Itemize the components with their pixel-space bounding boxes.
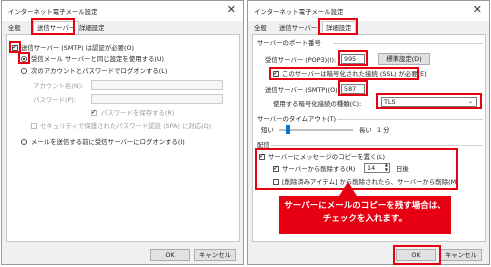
remove-after-label: サーバーから削除する(R) — [282, 165, 356, 173]
password-label: パスワード(P): — [33, 96, 76, 104]
pop3-label: 受信サーバー (POP3)(I): — [265, 56, 337, 64]
logon-before-send-radio[interactable] — [21, 139, 27, 145]
save-password-checkbox[interactable] — [91, 108, 97, 116]
encryption-type-select[interactable]: TLS ⌄ — [381, 97, 477, 107]
ssl-label: このサーバーは暗号化された接続 (SSL) が必要(E) — [282, 70, 427, 78]
days-label: 日後 — [396, 165, 409, 173]
ok-button[interactable]: OK — [150, 249, 190, 261]
spa-label: セキュリティで保護されたパスワード認証 (SPA) に対応(Q) — [40, 122, 212, 130]
tab-outgoing-server[interactable]: 送信サーバー — [279, 22, 317, 34]
callout-line-2: チェックを入れます。 — [322, 214, 408, 224]
account-name-field[interactable] — [91, 80, 223, 90]
right-dialog: インターネット電子メール設定 ✕ 全般 送信サーバー 詳細設定 サーバーのポート… — [247, 0, 490, 265]
account-name-label: アカウント名(N): — [33, 82, 84, 90]
remove-deleted-checkbox[interactable] — [273, 179, 279, 185]
encryption-type-value: TLS — [384, 98, 396, 106]
callout-line-1: サーバーにメールのコピーを残す場合は、 — [284, 201, 446, 211]
title-bar: インターネット電子メール設定 ✕ — [248, 1, 489, 21]
encryption-type-label: 使用する暗号化接続の種類(C): — [273, 100, 362, 108]
pop3-port-field[interactable]: 995 — [341, 54, 365, 64]
callout-arrow — [339, 182, 357, 196]
account-logon-radio[interactable] — [21, 68, 27, 74]
same-settings-radio[interactable] — [21, 56, 27, 62]
window-title: インターネット電子メール設定 — [254, 8, 344, 16]
close-icon[interactable]: ✕ — [227, 3, 236, 16]
close-icon[interactable]: ✕ — [473, 3, 482, 16]
password-field[interactable] — [91, 94, 223, 104]
delivery-group-label: 配信 — [257, 141, 270, 149]
settings-panel: 送信サーバー (SMTP) は認証が必要(O) 受信メール サーバーと同じ設定を… — [6, 34, 240, 242]
remove-deleted-label: [削除済みアイテム] から削除されたら、サーバーから削除(M) — [282, 178, 459, 186]
port-group-header: サーバーのポート番号 — [257, 39, 483, 47]
smtp-port-field[interactable]: 587 — [341, 84, 365, 94]
timeout-group-header: サーバーのタイムアウト(T) — [257, 115, 483, 123]
timeout-long-label: 長い — [359, 126, 372, 134]
timeout-value: 1 分 — [377, 126, 390, 134]
tab-advanced[interactable]: 詳細設定 — [79, 22, 105, 34]
account-logon-label: 次のアカウントとパスワードでログオンする(L) — [31, 67, 168, 75]
tab-general[interactable]: 全般 — [254, 22, 267, 34]
port-group-label: サーバーのポート番号 — [257, 39, 321, 47]
timeout-slider-track[interactable] — [279, 129, 353, 131]
spa-checkbox[interactable] — [31, 123, 37, 129]
save-password-label: パスワードを保存する(R) — [101, 109, 175, 117]
window-title: インターネット電子メール設定 — [8, 8, 98, 16]
leave-copy-label: サーバーにメッセージのコピーを置く(L) — [268, 153, 385, 161]
ssl-checkbox[interactable] — [273, 69, 279, 77]
cancel-button[interactable]: キャンセル — [440, 249, 482, 261]
default-settings-button[interactable]: 標準設定(D) — [378, 53, 430, 65]
remove-after-checkbox[interactable] — [273, 164, 279, 172]
cancel-button[interactable]: キャンセル — [194, 249, 236, 261]
remove-days-value: 14 — [367, 164, 376, 172]
smtp-port-label: 送信サーバー (SMTP)(O): — [265, 86, 340, 94]
leave-copy-checkbox[interactable] — [259, 152, 265, 160]
tab-general[interactable]: 全般 — [8, 22, 21, 34]
smtp-auth-label: 送信サーバー (SMTP) は認証が必要(O) — [21, 44, 135, 52]
chevron-down-icon: ⌄ — [467, 98, 473, 105]
left-dialog: インターネット電子メール設定 ✕ 全般 送信サーバー 詳細設定 送信サーバー (… — [1, 0, 244, 265]
timeout-slider-thumb[interactable] — [285, 125, 290, 134]
logon-before-send-label: メールを送信する前に受信サーバーにログオンする(I) — [31, 138, 185, 146]
ok-button[interactable]: OK — [396, 249, 436, 261]
title-bar: インターネット電子メール設定 ✕ — [2, 1, 243, 21]
timeout-group-label: サーバーのタイムアウト(T) — [257, 115, 336, 123]
delivery-group-header: 配信 — [257, 141, 483, 149]
same-settings-label: 受信メール サーバーと同じ設定を使用する(U) — [31, 55, 165, 63]
timeout-short-label: 短い — [261, 126, 274, 134]
instruction-callout: サーバーにメールのコピーを残す場合は、 チェックを入れます。 — [279, 182, 451, 234]
smtp-auth-checkbox[interactable] — [12, 43, 18, 51]
remove-days-stepper[interactable]: 14 ▲ ▼ — [364, 162, 390, 173]
stepper-arrows-icon: ▲ ▼ — [384, 162, 388, 172]
